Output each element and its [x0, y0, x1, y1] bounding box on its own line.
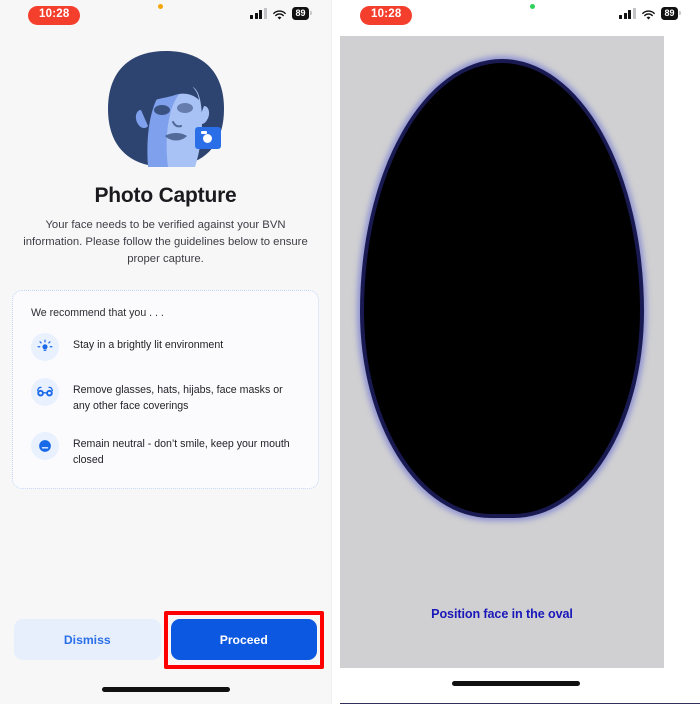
list-item-label: Stay in a brightly lit environment: [73, 338, 224, 351]
battery-indicator: 89: [660, 7, 682, 20]
action-bar: Dismiss Proceed: [0, 611, 331, 669]
list-item: Stay in a brightly lit environment: [27, 332, 304, 361]
status-bar-right: 10:28 89: [332, 0, 700, 30]
camera-icon: [194, 127, 221, 149]
list-item: Remain neutral - don’t smile, keep your …: [27, 431, 304, 469]
hero-illustration-area: [0, 48, 331, 170]
recommendations-heading: We recommend that you . . .: [31, 306, 164, 319]
screenshot-root: 10:28 89 Photo Capture Your face needs t…: [0, 0, 700, 704]
status-time-recording-pill: 10:28: [360, 6, 413, 25]
right-phone-screen: 10:28 89 Position face in the oval: [331, 0, 700, 704]
neutral-face-icon: [31, 431, 59, 460]
proceed-button[interactable]: Proceed: [170, 619, 317, 660]
status-icons-group: 89: [619, 7, 682, 20]
privacy-indicator-dot: [530, 4, 535, 9]
face-photo-capture-illustration: [105, 48, 227, 170]
status-icons-group: 89: [250, 7, 313, 20]
recommendations-card: We recommend that you . . . Stay in a br…: [12, 289, 319, 490]
cellular-signal-icon: [619, 7, 636, 19]
privacy-indicator-dot: [158, 4, 163, 9]
dismiss-button[interactable]: Dismiss: [14, 619, 161, 660]
camera-viewfinder[interactable]: Position face in the oval: [340, 36, 664, 668]
list-item-label: Remove glasses, hats, hijabs, face masks…: [73, 383, 283, 413]
status-bar-left: 10:28 89: [0, 0, 331, 30]
page-subtitle: Your face needs to be verified against y…: [23, 219, 308, 265]
status-time-recording-pill: 10:28: [28, 6, 81, 25]
list-item: Remove glasses, hats, hijabs, face masks…: [27, 377, 304, 415]
page-title: Photo Capture: [94, 184, 237, 207]
cellular-signal-icon: [250, 7, 267, 19]
home-indicator: [452, 681, 580, 686]
proceed-button-slot: Proceed: [163, 611, 324, 669]
home-indicator: [101, 687, 230, 692]
camera-hint-text: Position face in the oval: [431, 607, 573, 621]
wifi-icon: [641, 8, 656, 20]
lightbulb-icon: [31, 332, 59, 361]
left-phone-screen: 10:28 89 Photo Capture Your face needs t…: [0, 0, 331, 704]
wifi-icon: [272, 8, 287, 20]
glasses-icon: [31, 377, 59, 406]
battery-indicator: 89: [291, 7, 313, 20]
list-item-label: Remain neutral - don’t smile, keep your …: [73, 437, 290, 467]
